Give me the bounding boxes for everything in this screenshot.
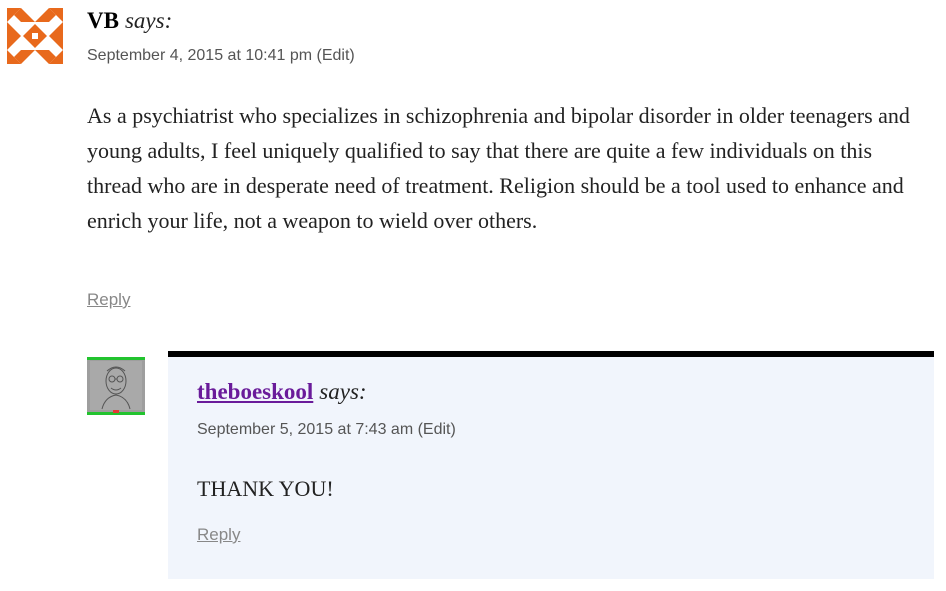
identicon-icon <box>7 8 63 64</box>
portrait-avatar-icon <box>87 357 145 415</box>
comment-vb: VB says: September 4, 2015 at 10:41 pm (E… <box>0 0 946 340</box>
comment-body: As a psychiatrist who specializes in sch… <box>87 103 910 233</box>
edit-link[interactable]: (Edit) <box>317 47 355 64</box>
reply-link[interactable]: Reply <box>87 289 130 311</box>
edit-link[interactable]: (Edit) <box>418 421 456 438</box>
comment-date-link[interactable]: September 4, 2015 at 10:41 pm <box>87 47 312 64</box>
sketch-portrait-avatar <box>87 357 145 415</box>
comment-author: VB <box>87 8 119 33</box>
says-label: says: <box>124 8 173 33</box>
comment-meta: September 4, 2015 at 10:41 pm (Edit) <box>87 46 355 66</box>
orange-identicon-avatar <box>7 8 63 64</box>
comment-author-line: VB says: <box>87 6 172 36</box>
comment-meta: September 5, 2015 at 7:43 am (Edit) <box>197 420 456 440</box>
comment-author-link[interactable]: theboeskool <box>197 379 313 404</box>
comment-body: THANK YOU! <box>197 476 334 501</box>
reply-link[interactable]: Reply <box>197 524 240 546</box>
comment-theboeskool: theboeskool says: September 5, 2015 at 7:… <box>168 351 934 579</box>
comment-date-link[interactable]: September 5, 2015 at 7:43 am <box>197 421 413 438</box>
comment-author-line: theboeskool says: <box>197 377 367 407</box>
says-label: says: <box>319 379 367 404</box>
